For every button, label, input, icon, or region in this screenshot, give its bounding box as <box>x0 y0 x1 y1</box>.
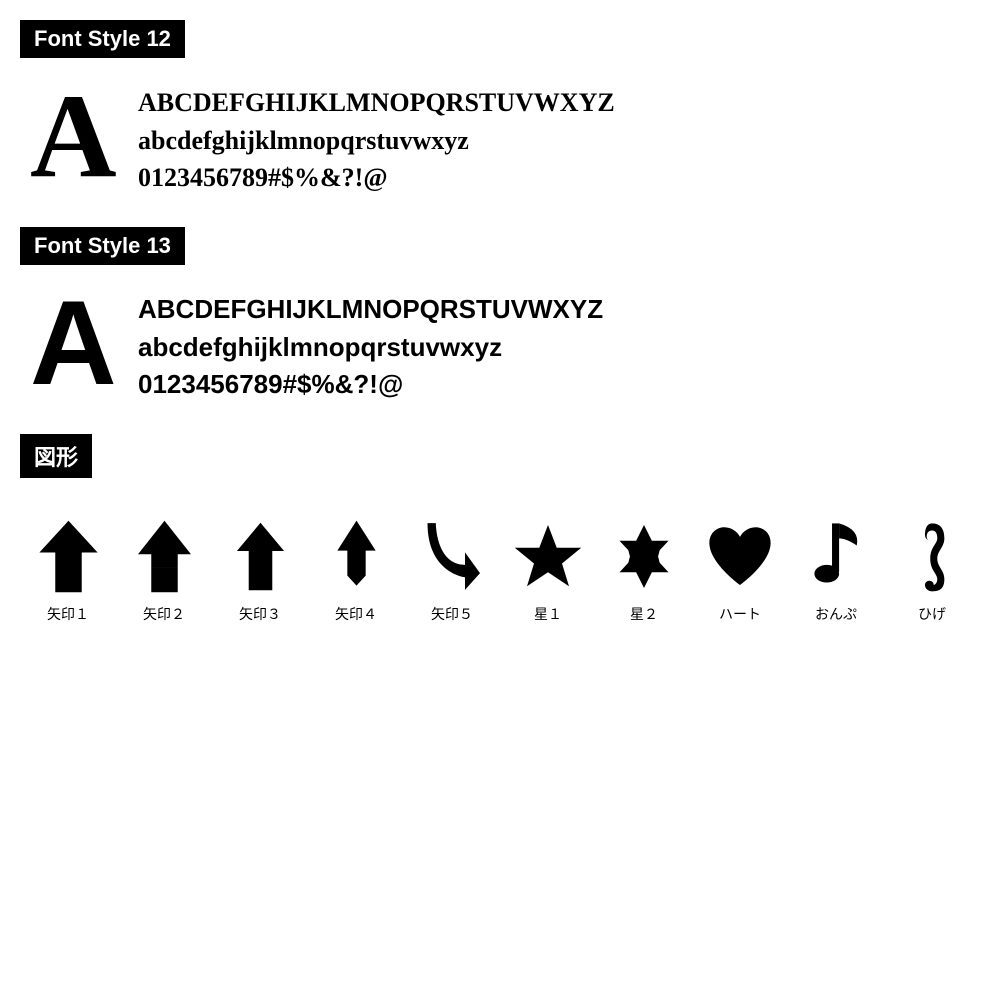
shapes-grid: 矢印１ 矢印２ <box>20 496 980 634</box>
shape-item-arrow4: 矢印４ <box>316 516 396 624</box>
font-13-demo: A ABCDEFGHIJKLMNOPQRSTUVWXYZ abcdefghijk… <box>20 283 980 404</box>
shape-item-heart: ハート <box>700 516 780 624</box>
shape-item-star1: 星１ <box>508 516 588 624</box>
shape-item-arrow2: 矢印２ <box>124 516 204 624</box>
shape-item-arrow1: 矢印１ <box>28 516 108 624</box>
shape-item-mustache: ひげ <box>892 516 972 624</box>
arrow3-icon <box>225 516 295 596</box>
shapes-label: 図形 <box>20 434 92 478</box>
star2-icon <box>609 516 679 596</box>
shape-item-music: おんぷ <box>796 516 876 624</box>
font-style-13-section: Font Style 13 A ABCDEFGHIJKLMNOPQRSTUVWX… <box>20 227 980 404</box>
arrow4-icon <box>321 516 391 596</box>
font-style-12-section: Font Style 12 A ABCDEFGHIJKLMNOPQRSTUVWX… <box>20 20 980 197</box>
heart-label: ハート <box>719 604 761 624</box>
arrow4-label: 矢印４ <box>335 604 377 624</box>
font-13-uppercase: ABCDEFGHIJKLMNOPQRSTUVWXYZ <box>138 291 603 329</box>
shape-item-arrow3: 矢印３ <box>220 516 300 624</box>
shapes-section: 図形 矢印１ <box>20 434 980 634</box>
music-icon <box>801 516 871 596</box>
font-12-big-a: A <box>30 76 120 196</box>
star2-label: 星２ <box>630 604 658 624</box>
shape-item-arrow5: 矢印５ <box>412 516 492 624</box>
font-12-lowercase: abcdefghijklmnopqrstuvwxyz <box>138 122 615 160</box>
arrow2-icon <box>129 516 199 596</box>
arrow5-label: 矢印５ <box>431 604 473 624</box>
font-12-demo: A ABCDEFGHIJKLMNOPQRSTUVWXYZ abcdefghijk… <box>20 76 980 197</box>
star1-icon <box>513 516 583 596</box>
heart-icon <box>705 516 775 596</box>
page: Font Style 12 A ABCDEFGHIJKLMNOPQRSTUVWX… <box>0 0 1000 654</box>
arrow3-label: 矢印３ <box>239 604 281 624</box>
font-13-lowercase: abcdefghijklmnopqrstuvwxyz <box>138 329 603 367</box>
music-label: おんぷ <box>815 604 857 624</box>
arrow1-icon <box>33 516 103 596</box>
font-style-13-label: Font Style 13 <box>20 227 185 265</box>
font-12-numbers: 0123456789#$%&?!@ <box>138 159 615 197</box>
font-12-uppercase: ABCDEFGHIJKLMNOPQRSTUVWXYZ <box>138 84 615 122</box>
font-13-chars: ABCDEFGHIJKLMNOPQRSTUVWXYZ abcdefghijklm… <box>138 283 603 404</box>
font-13-numbers: 0123456789#$%&?!@ <box>138 366 603 404</box>
arrow2-label: 矢印２ <box>143 604 185 624</box>
font-13-big-a: A <box>30 283 120 403</box>
arrow1-label: 矢印１ <box>47 604 89 624</box>
arrow5-icon <box>417 516 487 596</box>
font-style-12-label: Font Style 12 <box>20 20 185 58</box>
font-12-chars: ABCDEFGHIJKLMNOPQRSTUVWXYZ abcdefghijklm… <box>138 76 615 197</box>
star1-label: 星１ <box>534 604 562 624</box>
mustache-icon <box>897 516 967 596</box>
mustache-label: ひげ <box>918 604 946 624</box>
shape-item-star2: 星２ <box>604 516 684 624</box>
